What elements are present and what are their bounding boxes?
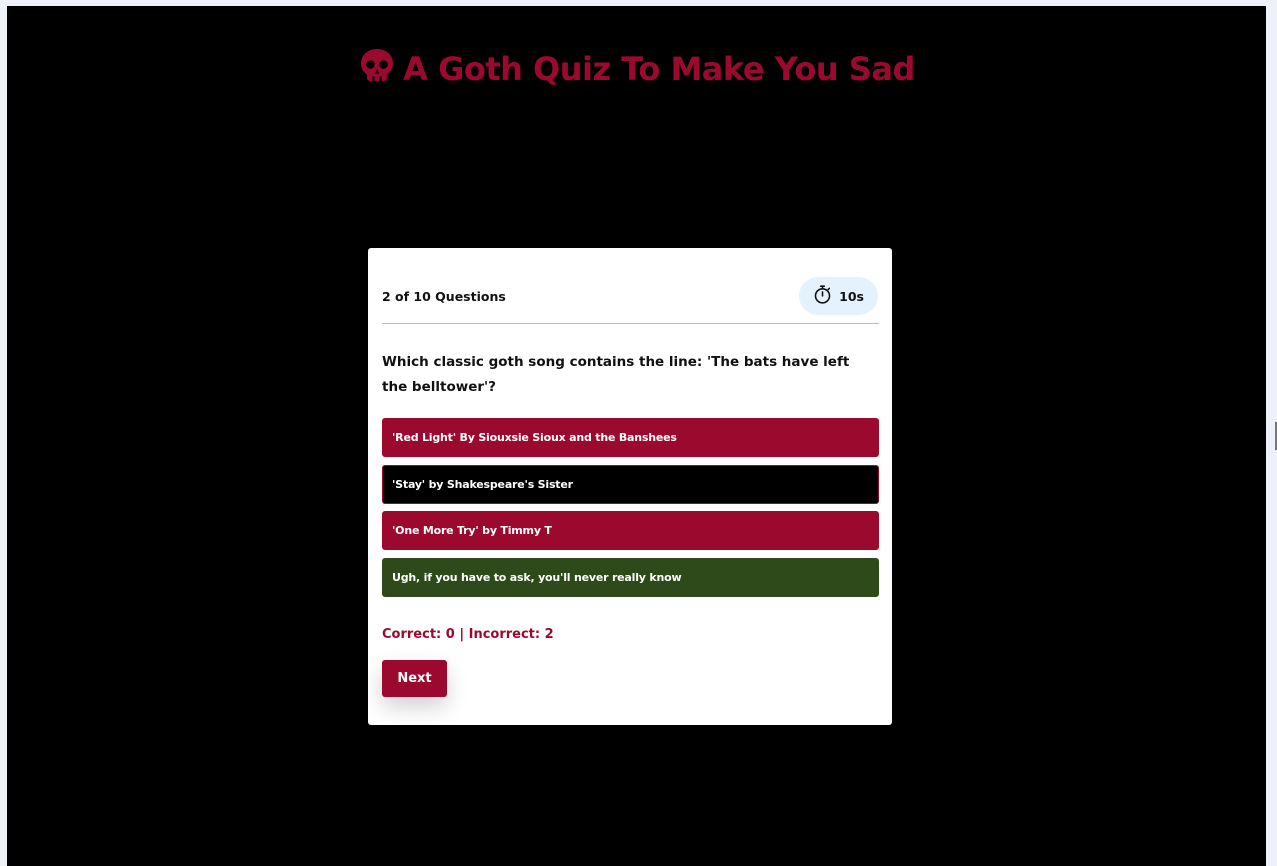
answer-option-2[interactable]: 'Stay' by Shakespeare's Sister [382, 464, 879, 504]
answer-option-4[interactable]: Ugh, if you have to ask, you'll never re… [382, 557, 879, 597]
skull-icon [359, 47, 395, 91]
answer-option-3[interactable]: 'One More Try' by Timmy T [382, 511, 879, 550]
header-divider [382, 323, 879, 324]
answer-options: 'Red Light' By Siouxsie Sioux and the Ba… [382, 418, 879, 604]
question-counter: 2 of 10 Questions [382, 288, 506, 304]
timer-badge: 10s [799, 277, 878, 315]
stopwatch-icon [812, 284, 833, 308]
answer-option-1[interactable]: 'Red Light' By Siouxsie Sioux and the Ba… [382, 418, 879, 457]
page-title: A Goth Quiz To Make You Sad [361, 44, 915, 94]
score-summary: Correct: 0 | Incorrect: 2 [382, 627, 554, 642]
next-button[interactable]: Next [382, 660, 447, 697]
quiz-header: 2 of 10 Questions 10s [382, 276, 878, 316]
timer-value: 10s [839, 288, 864, 304]
question-text: Which classic goth song contains the lin… [382, 354, 850, 395]
page-title-text: A Goth Quiz To Make You Sad [403, 50, 915, 88]
quiz-card: 2 of 10 Questions 10s Which classic goth… [368, 248, 892, 725]
